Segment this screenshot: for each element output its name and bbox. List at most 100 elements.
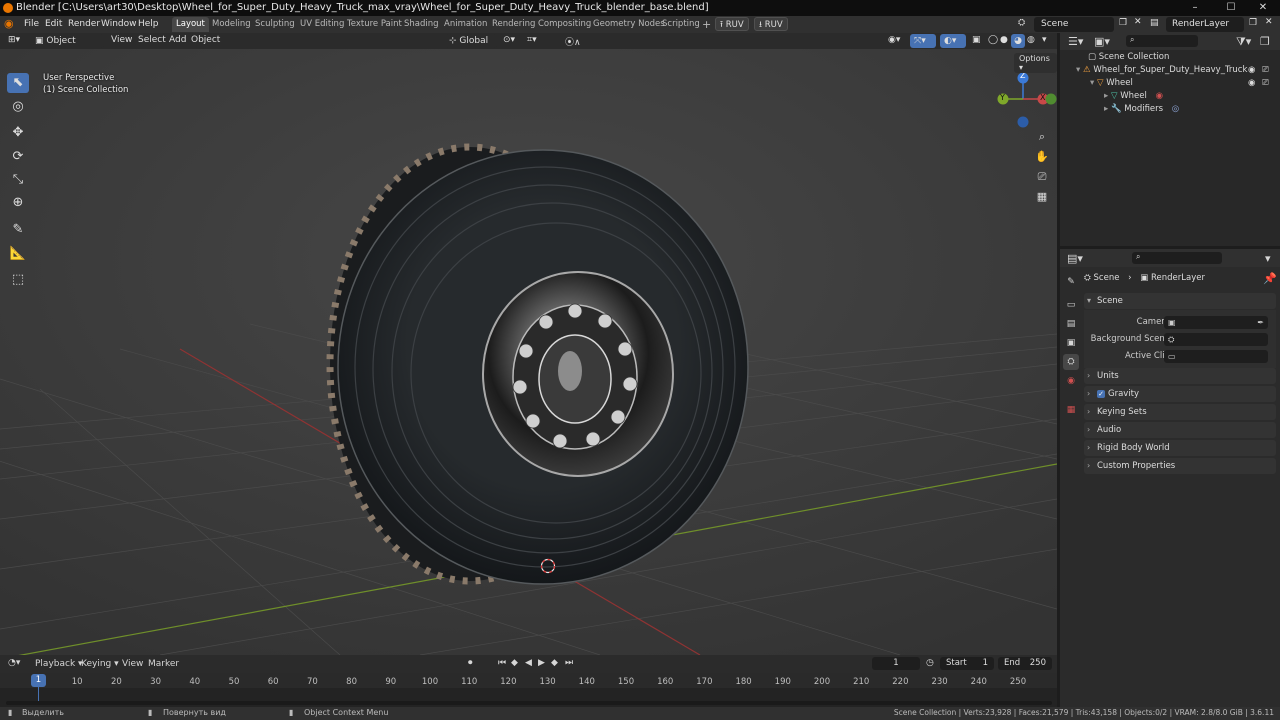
- play-reverse-icon[interactable]: ◀: [525, 658, 532, 668]
- visibility-eye-icon[interactable]: ◉: [1248, 65, 1255, 75]
- add-workspace-button[interactable]: +: [698, 17, 715, 32]
- new-view-layer-icon[interactable]: ❐: [1249, 18, 1257, 28]
- outliner-item-wheel-object[interactable]: ▾ ▽ Wheel ◉ ⎚: [1060, 78, 1280, 91]
- properties-type-icon[interactable]: ▤▾: [1067, 252, 1083, 265]
- outliner-search-input[interactable]: ⌕: [1126, 35, 1198, 47]
- outliner-item-wheel-mesh[interactable]: ▸ ▽ Wheel ◉: [1060, 91, 1280, 104]
- new-scene-icon[interactable]: ❐: [1119, 18, 1127, 28]
- playhead[interactable]: 1: [31, 674, 46, 687]
- next-keyframe-icon[interactable]: ◆: [551, 658, 558, 668]
- menu-add[interactable]: Add: [169, 35, 186, 45]
- custom-properties-panel-header[interactable]: › Custom Properties: [1084, 458, 1276, 474]
- tab-geometry-nodes[interactable]: Geometry Nodes: [589, 17, 669, 32]
- background-scene-field[interactable]: ⛭: [1164, 333, 1268, 346]
- texture-tab-icon[interactable]: ▦: [1063, 402, 1079, 418]
- tab-sculpting[interactable]: Sculpting: [251, 17, 299, 32]
- shading-rendered-icon[interactable]: ◍: [1027, 35, 1035, 45]
- menu-edit[interactable]: Edit: [45, 19, 62, 29]
- tab-rendering[interactable]: Rendering: [488, 17, 539, 32]
- ruv-button-2[interactable]: ⭳ RUV: [754, 17, 788, 31]
- new-collection-icon[interactable]: ❐: [1260, 35, 1270, 48]
- orientation-gizmo[interactable]: Z Y X: [997, 71, 1057, 128]
- proportional-editing-icon[interactable]: ⦿∧: [565, 35, 581, 48]
- menu-keying[interactable]: Keying ▾: [81, 659, 119, 669]
- timeline-editor-icon[interactable]: ◔▾: [8, 658, 20, 668]
- pin-icon[interactable]: 📌: [1263, 272, 1277, 285]
- tab-animation[interactable]: Animation: [440, 17, 491, 32]
- gravity-panel-header[interactable]: › ✓ Gravity: [1084, 386, 1276, 402]
- render-camera-icon[interactable]: ⎚: [1262, 78, 1269, 88]
- display-mode-icon[interactable]: ▣▾: [1094, 35, 1110, 48]
- orientation-dropdown[interactable]: ⊹ Global ▾: [445, 34, 497, 60]
- prev-keyframe-icon[interactable]: ◆: [511, 658, 518, 668]
- tab-compositing[interactable]: Compositing: [534, 17, 595, 32]
- rotate-tool[interactable]: ⟳: [7, 147, 29, 167]
- mode-dropdown[interactable]: ▣ Object Mode ▾: [31, 34, 104, 60]
- options-dropdown[interactable]: Options ▾: [1014, 53, 1057, 73]
- tab-modeling[interactable]: Modeling: [208, 17, 255, 32]
- menu-file[interactable]: File: [24, 19, 39, 29]
- tab-layout[interactable]: Layout: [172, 17, 209, 32]
- blender-menu-icon[interactable]: ◉: [4, 17, 14, 30]
- filter-icon[interactable]: ⧩▾: [1236, 35, 1251, 49]
- outliner-type-icon[interactable]: ☰▾: [1068, 35, 1083, 48]
- jump-start-icon[interactable]: ⏮: [498, 658, 506, 668]
- timeline-scrollbar[interactable]: [6, 701, 1052, 705]
- delete-scene-icon[interactable]: ✕: [1134, 17, 1142, 27]
- xray-icon[interactable]: ▣: [972, 35, 981, 45]
- overlay-toggle[interactable]: ◐▾: [940, 34, 966, 48]
- end-frame-field[interactable]: End 250: [998, 657, 1052, 670]
- scene-panel-header[interactable]: ▾ Scene: [1084, 293, 1276, 309]
- pan-hand-icon[interactable]: ✋: [1032, 147, 1052, 167]
- pivot-point-icon[interactable]: ⊙▾: [503, 35, 515, 45]
- camera-view-icon[interactable]: ⎚: [1032, 167, 1052, 187]
- maximize-button[interactable]: ☐: [1214, 0, 1248, 16]
- menu-playback[interactable]: Playback ▾: [35, 659, 83, 669]
- tool-tab-icon[interactable]: ✎: [1063, 274, 1079, 290]
- measure-tool[interactable]: 📐: [7, 244, 29, 264]
- perspective-grid-icon[interactable]: ▦: [1032, 187, 1052, 207]
- scene-name-field[interactable]: Scene: [1034, 17, 1114, 32]
- units-panel-header[interactable]: › Units: [1084, 368, 1276, 384]
- minimize-button[interactable]: –: [1178, 0, 1212, 16]
- zoom-icon[interactable]: ⌕: [1032, 127, 1052, 147]
- tab-shading[interactable]: Shading: [400, 17, 443, 32]
- menu-window[interactable]: Window: [101, 19, 137, 29]
- delete-view-layer-icon[interactable]: ✕: [1265, 17, 1273, 27]
- outliner-root[interactable]: ▢ Scene Collection: [1060, 52, 1280, 65]
- outliner-item-collection[interactable]: ▾ ⚠ Wheel_for_Super_Duty_Heavy_Truck ◉ ⎚: [1060, 65, 1280, 78]
- tab-texture-paint[interactable]: Texture Paint: [343, 17, 406, 32]
- menu-help[interactable]: Help: [138, 19, 159, 29]
- gizmo-toggle[interactable]: ⤧▾: [910, 34, 936, 48]
- view-layer-icon[interactable]: ▤: [1150, 18, 1159, 28]
- move-tool[interactable]: ✥: [7, 123, 29, 143]
- select-tool[interactable]: ⬉: [7, 73, 29, 93]
- audio-panel-header[interactable]: › Audio: [1084, 422, 1276, 438]
- play-icon[interactable]: ▶: [538, 658, 545, 668]
- add-cube-tool[interactable]: ⬚: [7, 270, 29, 290]
- tab-scripting[interactable]: Scripting: [658, 17, 704, 32]
- scale-tool[interactable]: ⤡: [7, 170, 29, 190]
- visibility-eye-icon[interactable]: ◉: [1248, 78, 1255, 88]
- tab-uv-editing[interactable]: UV Editing: [296, 17, 348, 32]
- eyedropper-icon[interactable]: ✒: [1257, 316, 1264, 329]
- timer-icon[interactable]: ◷: [926, 658, 934, 668]
- render-camera-icon[interactable]: ⎚: [1262, 65, 1269, 75]
- menu-view[interactable]: View: [111, 35, 132, 45]
- start-frame-field[interactable]: Start 1: [940, 657, 994, 670]
- shading-material-icon[interactable]: ◕: [1011, 34, 1025, 48]
- editor-type-icon[interactable]: ⊞▾: [8, 35, 20, 45]
- menu-object[interactable]: Object: [191, 35, 220, 45]
- outliner-item-modifiers[interactable]: ▸ 🔧 Modifiers ◎: [1060, 104, 1280, 117]
- scene-icon[interactable]: ⛭: [1018, 18, 1025, 28]
- current-frame-field[interactable]: 1: [872, 657, 920, 670]
- rigid-body-world-panel-header[interactable]: › Rigid Body World: [1084, 440, 1276, 456]
- gravity-checkbox[interactable]: ✓: [1097, 390, 1105, 398]
- timeline-area[interactable]: 1 10 20 30 40 50 60 70 80 90 100 110 120 130 140 150 16…: [0, 673, 1057, 707]
- ruv-button-1[interactable]: ⭱ RUV: [715, 17, 749, 31]
- menu-timeline-view[interactable]: View: [122, 659, 143, 669]
- camera-field[interactable]: ▣ ✒: [1164, 316, 1268, 329]
- shading-wireframe-icon[interactable]: ◯: [988, 35, 998, 45]
- view-layer-field[interactable]: RenderLayer: [1166, 17, 1244, 32]
- menu-select[interactable]: Select: [138, 35, 166, 45]
